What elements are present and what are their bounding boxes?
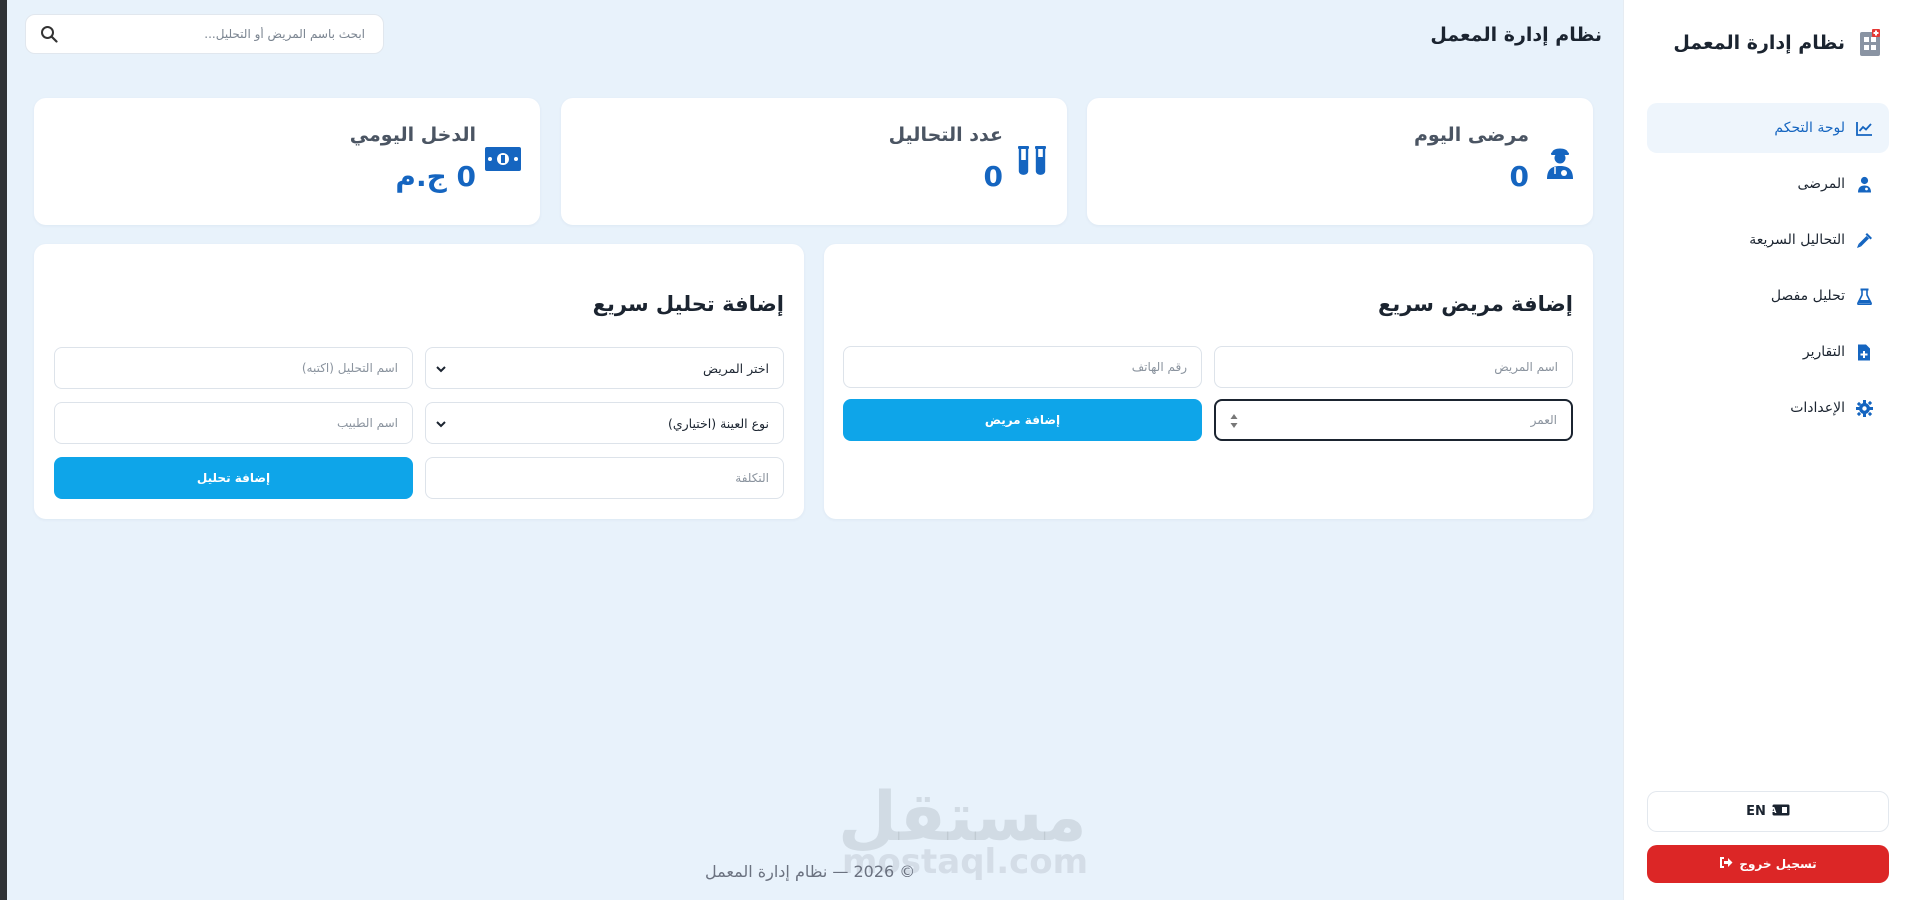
number-spinner-icon[interactable] bbox=[1230, 413, 1238, 433]
search-input[interactable] bbox=[83, 27, 383, 41]
sidebar: نظام إدارة المعمل لوحة التحكم المرضى الت… bbox=[1623, 0, 1913, 900]
sidebar-item-label: لوحة التحكم bbox=[1774, 120, 1845, 136]
sidebar-item-reports[interactable]: التقارير bbox=[1647, 327, 1889, 377]
chart-line-icon bbox=[1855, 119, 1873, 137]
syringe-icon bbox=[1855, 231, 1873, 249]
patient-name-field[interactable] bbox=[1214, 346, 1573, 388]
language-toggle-button[interactable]: A EN bbox=[1647, 791, 1889, 832]
logout-button[interactable]: تسجيل خروج bbox=[1647, 845, 1889, 883]
age-input[interactable] bbox=[1216, 401, 1571, 439]
money-icon bbox=[484, 146, 522, 176]
add-patient-button[interactable]: إضافة مريض bbox=[843, 399, 1202, 441]
doctor-name-field[interactable] bbox=[54, 402, 413, 444]
sidebar-item-detailed-test[interactable]: تحليل مفصل bbox=[1647, 271, 1889, 321]
stat-value: 0 bbox=[1509, 160, 1529, 193]
brand-title: نظام إدارة المعمل bbox=[1673, 32, 1845, 54]
sidebar-item-label: الإعدادات bbox=[1790, 400, 1845, 416]
panel-title: إضافة مريض سريع bbox=[1377, 292, 1573, 316]
sidebar-nav: لوحة التحكم المرضى التحاليل السريعة تحلي… bbox=[1647, 103, 1889, 439]
language-label: EN bbox=[1746, 804, 1766, 819]
stat-label: الدخل اليومي bbox=[349, 124, 476, 146]
stat-value: 0 bbox=[983, 160, 1003, 193]
stat-label: مرضى اليوم bbox=[1413, 124, 1529, 146]
cost-input[interactable] bbox=[426, 458, 783, 498]
age-field[interactable] bbox=[1214, 399, 1573, 441]
flask-icon bbox=[1855, 287, 1873, 305]
cost-field[interactable] bbox=[425, 457, 784, 499]
stat-card-daily-income: الدخل اليومي 0 ج.م bbox=[34, 98, 540, 225]
gear-icon bbox=[1855, 399, 1873, 417]
add-test-button[interactable]: إضافة تحليل bbox=[54, 457, 413, 499]
sidebar-item-label: التقارير bbox=[1802, 344, 1845, 360]
sample-type-select-value: نوع العينة (اختياري) bbox=[667, 415, 769, 431]
sample-type-select[interactable]: نوع العينة (اختياري) bbox=[425, 402, 784, 444]
user-doctor-icon bbox=[1855, 175, 1873, 193]
patient-name-input[interactable] bbox=[1215, 347, 1572, 387]
stat-value: 0 ج.م bbox=[395, 160, 476, 193]
quick-patient-panel: إضافة مريض سريع إضافة مريض bbox=[824, 244, 1593, 519]
doctor-name-input[interactable] bbox=[55, 403, 412, 443]
patient-select[interactable]: اختر المريض bbox=[425, 347, 784, 389]
sidebar-item-label: المرضى bbox=[1797, 176, 1845, 192]
patient-icon bbox=[1545, 144, 1575, 184]
brand: نظام إدارة المعمل bbox=[1673, 28, 1883, 58]
search-bar[interactable] bbox=[25, 14, 384, 54]
sidebar-item-label: التحاليل السريعة bbox=[1749, 232, 1845, 248]
search-icon[interactable] bbox=[40, 25, 58, 47]
logout-icon bbox=[1719, 856, 1733, 872]
stat-label: عدد التحاليل bbox=[888, 124, 1003, 146]
test-tubes-icon bbox=[1015, 144, 1049, 182]
language-icon: A bbox=[1770, 804, 1790, 820]
quick-test-panel: إضافة تحليل سريع اختر المريض نوع العينة … bbox=[34, 244, 804, 519]
chevron-down-icon bbox=[436, 361, 446, 376]
file-medical-icon bbox=[1855, 343, 1873, 361]
hospital-icon bbox=[1857, 28, 1883, 58]
page-title: نظام إدارة المعمل bbox=[1430, 24, 1602, 46]
test-name-field[interactable] bbox=[54, 347, 413, 389]
logout-label: تسجيل خروج bbox=[1739, 857, 1817, 871]
panel-title: إضافة تحليل سريع bbox=[592, 292, 784, 316]
phone-field[interactable] bbox=[843, 346, 1202, 388]
chevron-down-icon bbox=[436, 416, 446, 431]
phone-input[interactable] bbox=[844, 347, 1201, 387]
sidebar-item-patients[interactable]: المرضى bbox=[1647, 159, 1889, 209]
sidebar-item-quick-tests[interactable]: التحاليل السريعة bbox=[1647, 215, 1889, 265]
test-name-input[interactable] bbox=[55, 348, 412, 388]
window-edge bbox=[0, 0, 7, 900]
stat-card-today-patients: مرضى اليوم 0 bbox=[1087, 98, 1593, 225]
patient-select-value: اختر المريض bbox=[702, 360, 769, 376]
sidebar-item-label: تحليل مفصل bbox=[1770, 288, 1845, 304]
sidebar-item-dashboard[interactable]: لوحة التحكم bbox=[1647, 103, 1889, 153]
stat-card-tests-count: عدد التحاليل 0 bbox=[561, 98, 1067, 225]
footer-copyright: © 2026 — نظام إدارة المعمل bbox=[705, 862, 916, 881]
sidebar-item-settings[interactable]: الإعدادات bbox=[1647, 383, 1889, 433]
